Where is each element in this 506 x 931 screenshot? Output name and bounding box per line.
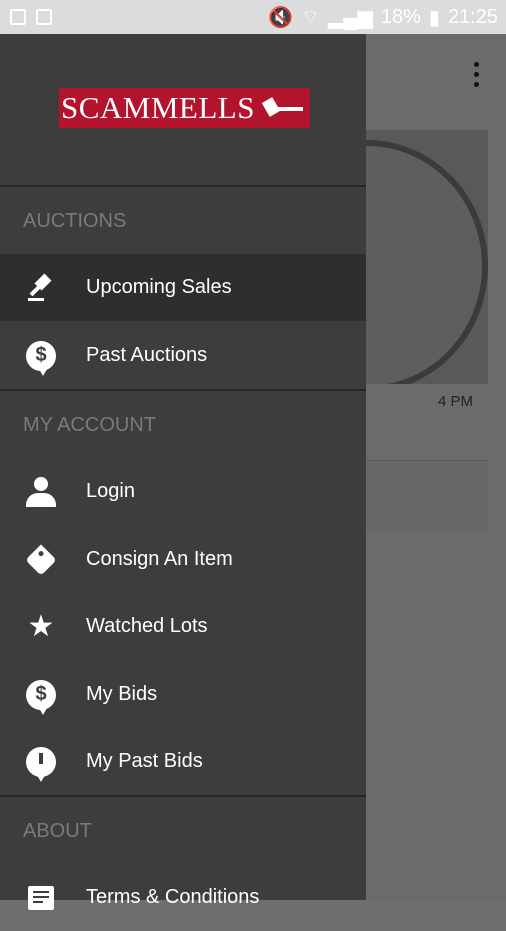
logo-text: SCAMMELLS [61,90,255,125]
clock-time: 21:25 [447,5,498,28]
background-list-row[interactable] [366,460,488,531]
gavel-icon [261,97,303,119]
wifi-icon: ⌔ [301,6,320,29]
nav-item-upcoming-sales[interactable]: Upcoming Sales [0,254,366,321]
section-about: ABOUT [23,820,92,842]
dollar-bubble-icon: $ [22,337,60,376]
nav-item-terms[interactable]: Terms & Conditions [0,864,366,931]
lot-image [366,140,488,384]
tag-icon [22,541,60,579]
nav-item-label: My Past Bids [86,750,203,772]
image-notification-icon [10,9,26,25]
clock-bubble-icon [22,743,60,782]
scammells-logo: SCAMMELLS [59,88,310,128]
mute-icon: 🔇 [268,6,294,29]
nav-item-label: Upcoming Sales [86,276,232,298]
section-auctions: AUCTIONS [23,210,127,232]
divider [0,795,366,797]
nav-item-label: My Bids [86,683,158,705]
divider [0,389,366,391]
nav-item-my-past-bids[interactable]: My Past Bids [0,728,366,795]
nav-item-label: Consign An Item [86,548,233,570]
navigation-drawer: SCAMMELLS AUCTIONS Upcoming Sales $ Past… [0,34,366,910]
signal-icon: ▂▄▆ [327,6,373,29]
nav-item-label: Watched Lots [86,615,208,637]
dollar-bubble-icon: $ [22,676,60,715]
lot-image-card[interactable] [366,130,488,384]
nav-item-label: Terms & Conditions [86,886,260,908]
star-icon: ★ [27,609,55,643]
battery-percent: 18% [380,5,421,28]
nav-item-label: Past Auctions [86,344,208,366]
person-icon [22,473,60,511]
divider [0,185,366,187]
sale-time-label: 4 PM [438,393,474,410]
document-icon [22,879,60,917]
nav-item-past-auctions[interactable]: $ Past Auctions [0,322,366,389]
nav-item-consign-item[interactable]: Consign An Item [0,526,366,593]
overflow-menu-icon[interactable] [474,62,480,87]
status-bar: 🔇 ⌔ ▂▄▆ 18% ▮ 21:25 [0,0,506,34]
nav-item-label: Login [86,480,135,502]
nav-item-my-bids[interactable]: $ My Bids [0,661,366,728]
nav-item-login[interactable]: Login [0,458,366,525]
section-my-account: MY ACCOUNT [23,414,156,436]
battery-icon: ▮ [428,6,440,29]
nav-item-watched-lots[interactable]: ★ Watched Lots [0,593,366,660]
screenshot-notification-icon [36,9,52,25]
gavel-icon [22,269,60,307]
